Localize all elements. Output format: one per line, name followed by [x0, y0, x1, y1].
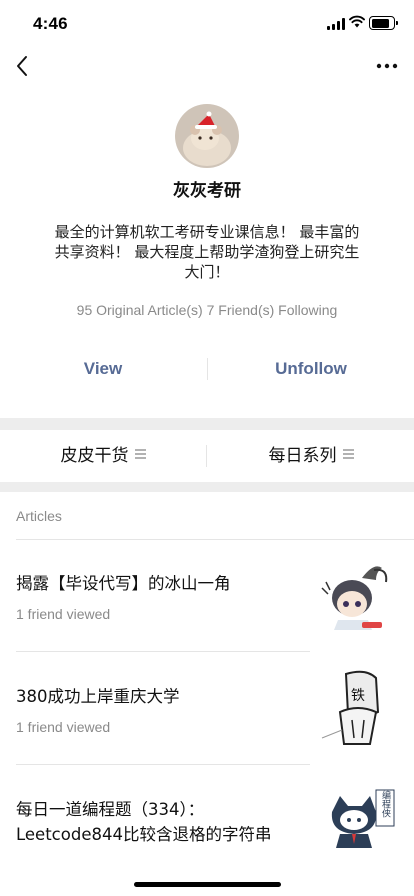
avatar[interactable]	[175, 104, 239, 168]
article-title: 380成功上岸重庆大学	[16, 687, 180, 706]
article-title: 揭露【毕设代写】的冰山一角	[16, 574, 231, 593]
menu-item-pipi-ganhuo[interactable]: 皮皮干货	[0, 430, 206, 482]
wifi-icon	[349, 15, 365, 28]
nav-bar	[0, 46, 414, 86]
article-thumbnail: 编程侠	[318, 784, 398, 864]
divider	[16, 764, 310, 765]
hamburger-icon	[342, 449, 354, 459]
thumbnail-badge-text: 编程侠	[380, 789, 391, 818]
status-time: 4:46	[33, 14, 68, 33]
account-name: 灰灰考研	[173, 181, 241, 201]
article-item[interactable]: 380成功上岸重庆大学 1 friend viewed 铁	[0, 653, 414, 765]
signal-icon	[327, 18, 345, 30]
menu-item-meiri-xilie[interactable]: 每日系列	[208, 430, 414, 482]
chevron-left-icon[interactable]	[12, 52, 36, 80]
more-dots-icon[interactable]	[374, 54, 400, 78]
home-indicator[interactable]	[134, 882, 281, 887]
divider	[16, 651, 310, 652]
article-item[interactable]: 揭露【毕设代写】的冰山一角 1 friend viewed	[0, 540, 414, 652]
hamburger-icon	[134, 449, 146, 459]
article-thumbnail: 铁	[318, 668, 398, 748]
account-description: 最全的计算机软工考研专业课信息！ 最丰富的共享资料！ 最大程度上帮助学渣狗登上研…	[54, 223, 360, 281]
article-meta: 1 friend viewed	[16, 606, 111, 622]
article-title: 每日一道编程题（334）：Leetcode844比较含退格的字符串	[16, 800, 272, 844]
section-separator	[0, 418, 414, 430]
menu-item-label: 每日系列	[268, 446, 337, 466]
account-stats[interactable]: 95 Original Article(s) 7 Friend(s) Follo…	[0, 302, 414, 318]
view-button[interactable]: View	[0, 350, 206, 388]
account-menu: 皮皮干货 每日系列	[0, 430, 414, 482]
section-separator	[0, 482, 414, 492]
menu-item-label: 皮皮干货	[60, 446, 129, 466]
articles-section-label: Articles	[16, 508, 62, 524]
unfollow-button[interactable]: Unfollow	[208, 350, 414, 388]
article-item[interactable]: 每日一道编程题（334）：Leetcode844比较含退格的字符串 编程侠	[0, 766, 414, 878]
menu-divider	[206, 445, 207, 467]
article-thumbnail	[318, 558, 398, 638]
article-meta: 1 friend viewed	[16, 719, 111, 735]
thumbnail-sign-text: 铁	[351, 688, 365, 704]
status-bar: 4:46	[0, 0, 414, 46]
battery-icon	[369, 16, 398, 30]
action-row: View Unfollow	[0, 350, 414, 388]
